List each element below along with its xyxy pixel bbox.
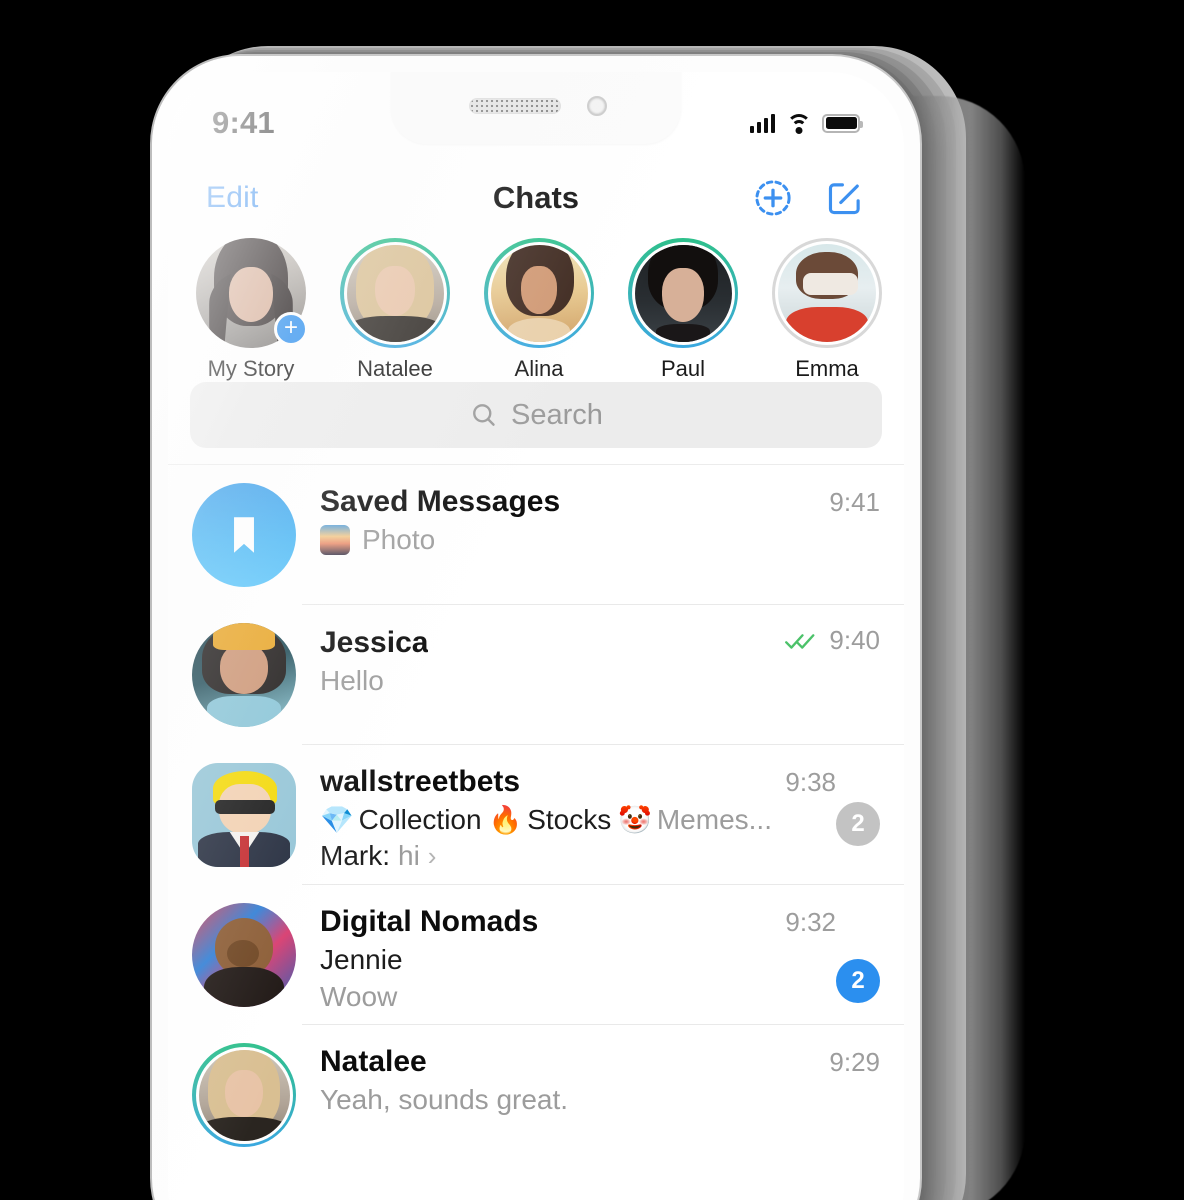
reply-sender: Mark: [320, 840, 390, 871]
story-item-paul[interactable]: Paul [622, 238, 744, 382]
chat-timestamp: 9:38 [785, 767, 836, 797]
chat-title: Jessica [320, 625, 429, 659]
avatar [192, 1043, 296, 1147]
chat-timestamp: 9:41 [829, 487, 880, 517]
story-avatar-ring [772, 238, 882, 348]
add-story-plus-icon[interactable]: + [274, 312, 308, 346]
chat-preview-text: Hello [320, 664, 384, 696]
chat-timestamp: 9:40 [829, 625, 880, 655]
search-input[interactable]: Search [190, 382, 882, 448]
avatar [778, 244, 876, 342]
wifi-icon [786, 113, 811, 134]
story-item-emma[interactable]: Emma [766, 238, 888, 382]
photo-thumbnail-icon [320, 525, 350, 555]
edit-button[interactable]: Edit [206, 181, 259, 215]
chat-list-item-jessica[interactable]: Jessica 9:40 Hello [168, 605, 904, 745]
compose-button[interactable] [824, 177, 866, 219]
unread-badge: 2 [836, 959, 880, 1003]
story-label: My Story [207, 356, 295, 381]
chat-title: Natalee [320, 1045, 427, 1078]
add-story-button[interactable] [752, 177, 794, 219]
story-label: Emma [795, 356, 859, 381]
chat-topics-row[interactable]: 💎 Collection 🔥 Stocks 🤡 Memes... [320, 804, 836, 836]
screenshot-stage: 9:41 Edit Chats + My Story Natalee Alina… [0, 0, 1184, 1200]
chat-preview: Yeah, sounds great. [320, 1084, 880, 1116]
battery-full-icon [822, 113, 863, 133]
fire-icon: 🔥 [488, 805, 523, 835]
story-item-natalee[interactable]: Natalee [334, 238, 456, 382]
cellular-bars-icon [749, 113, 775, 133]
chat-preview: Hello [320, 665, 880, 697]
chat-list-item-digital-nomads[interactable]: Digital Nomads 9:32 Jennie Woow 2 [168, 885, 904, 1025]
chat-list-item-saved-messages[interactable]: Saved Messages 9:41 Photo [168, 465, 904, 605]
avatar [346, 244, 444, 342]
avatar [490, 244, 588, 342]
avatar [192, 763, 296, 867]
topic-memes[interactable]: 🤡 Memes... [618, 804, 772, 836]
story-avatar-ring [484, 238, 594, 348]
add-circle-dashed-icon [755, 180, 791, 216]
avatar [634, 244, 732, 342]
story-avatar-ring: + [196, 238, 308, 348]
chat-title: wallstreetbets [320, 765, 521, 798]
search-magnifier-icon [473, 404, 495, 426]
search-placeholder: Search [511, 398, 603, 431]
topic-stocks[interactable]: 🔥 Stocks [489, 804, 612, 836]
navigation-bar: Edit Chats [168, 158, 904, 238]
reply-text: hi [398, 840, 420, 871]
chat-title: Saved Messages [320, 485, 561, 518]
chat-timestamp: 9:29 [829, 1047, 880, 1077]
avatar [192, 483, 296, 587]
read-receipt-double-check-icon [784, 630, 820, 652]
message-sender-name: Jennie [320, 944, 403, 975]
unread-badge: 2 [836, 802, 880, 846]
chat-preview-text: Woow [320, 981, 398, 1012]
phone-screen: 9:41 Edit Chats + My Story Natalee Alina… [168, 72, 904, 1200]
story-item-my-story[interactable]: + My Story [190, 238, 312, 382]
chat-reply-preview[interactable]: Mark: hi › [320, 840, 836, 872]
chat-preview: Woow [320, 981, 836, 1013]
clown-icon: 🤡 [618, 805, 652, 835]
chat-preview-text: Photo [362, 524, 436, 555]
avatar [192, 623, 296, 727]
compose-pencil-square-icon [828, 183, 860, 215]
story-label: Alina [514, 356, 564, 381]
stories-strip[interactable]: + My Story Natalee Alina Paul Emma [168, 238, 904, 390]
story-avatar-ring [340, 238, 450, 348]
chat-preview: Photo [320, 524, 880, 556]
chat-title: Digital Nomads [320, 905, 539, 938]
saved-messages-bookmark-icon [234, 517, 254, 553]
chat-preview-text: Yeah, sounds great. [320, 1084, 569, 1115]
device-notch [391, 72, 681, 144]
front-camera-icon [587, 96, 607, 116]
chat-list-item-natalee[interactable]: Natalee 9:29 Yeah, sounds great. [168, 1025, 904, 1165]
topic-label: Stocks [527, 804, 612, 835]
chat-list-item-wallstreetbets[interactable]: wallstreetbets 9:38 💎 Collection � [168, 745, 904, 885]
chevron-right-icon: › [427, 840, 437, 871]
status-time: 9:41 [212, 105, 275, 140]
avatar [192, 903, 296, 1007]
topic-label: Collection [358, 804, 482, 835]
gem-icon: 💎 [320, 805, 354, 835]
story-label: Paul [660, 356, 706, 381]
story-label: Natalee [357, 356, 433, 381]
topic-collection[interactable]: 💎 Collection [320, 804, 482, 836]
story-item-alina[interactable]: Alina [478, 238, 600, 382]
earpiece-speaker-icon [469, 98, 561, 114]
chat-list[interactable]: Saved Messages 9:41 Photo Jessica 9:40 H… [168, 464, 904, 1200]
phone-device-frame: 9:41 Edit Chats + My Story Natalee Alina… [152, 56, 920, 1200]
topic-label: Memes... [656, 804, 772, 835]
search-section: Search [168, 382, 904, 448]
chat-timestamp: 9:32 [785, 907, 836, 937]
story-avatar-ring [628, 238, 738, 348]
